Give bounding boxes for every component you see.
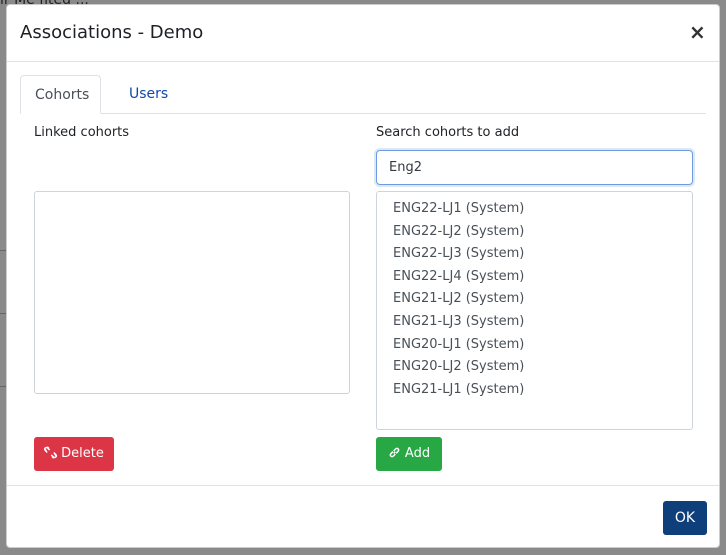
add-label: Add bbox=[404, 446, 431, 461]
tab-cohorts[interactable]: Cohorts bbox=[20, 75, 101, 114]
associations-modal: Associations - Demo × Cohorts Users Link… bbox=[6, 4, 720, 548]
modal-header: Associations - Demo × bbox=[7, 5, 719, 62]
tab-users[interactable]: Users bbox=[115, 75, 182, 113]
link-icon bbox=[388, 439, 401, 473]
search-results-list[interactable]: ENG22-LJ1 (System) ENG22-LJ2 (System) ENG2… bbox=[376, 191, 693, 430]
search-result-item[interactable]: ENG22-LJ4 (System) bbox=[377, 266, 692, 289]
delete-button[interactable]: Delete bbox=[34, 437, 114, 471]
search-result-item[interactable]: ENG22-LJ1 (System) bbox=[377, 198, 692, 221]
ok-button[interactable]: OK bbox=[663, 501, 707, 535]
modal-title: Associations - Demo bbox=[20, 22, 204, 43]
unlink-icon bbox=[44, 439, 58, 473]
linked-cohorts-list[interactable] bbox=[34, 191, 350, 394]
search-result-item[interactable]: ENG21-LJ2 (System) bbox=[377, 288, 692, 311]
search-result-item[interactable]: ENG21-LJ1 (System) bbox=[377, 379, 692, 402]
search-result-item[interactable]: ENG22-LJ3 (System) bbox=[377, 243, 692, 266]
search-result-item[interactable]: ENG22-LJ2 (System) bbox=[377, 221, 692, 244]
delete-label: Delete bbox=[61, 446, 104, 461]
add-button[interactable]: Add bbox=[376, 437, 442, 471]
search-cohorts-label: Search cohorts to add bbox=[376, 125, 520, 140]
search-result-item[interactable]: ENG21-LJ3 (System) bbox=[377, 311, 692, 334]
close-icon[interactable]: × bbox=[689, 22, 706, 42]
search-cohorts-input[interactable] bbox=[376, 150, 693, 185]
search-result-item[interactable]: ENG20-LJ1 (System) bbox=[377, 334, 692, 357]
tab-bar: Cohorts Users bbox=[20, 75, 706, 114]
search-result-item[interactable]: ENG20-LJ2 (System) bbox=[377, 356, 692, 379]
modal-footer-divider bbox=[7, 485, 719, 486]
linked-cohorts-label: Linked cohorts bbox=[34, 125, 130, 140]
